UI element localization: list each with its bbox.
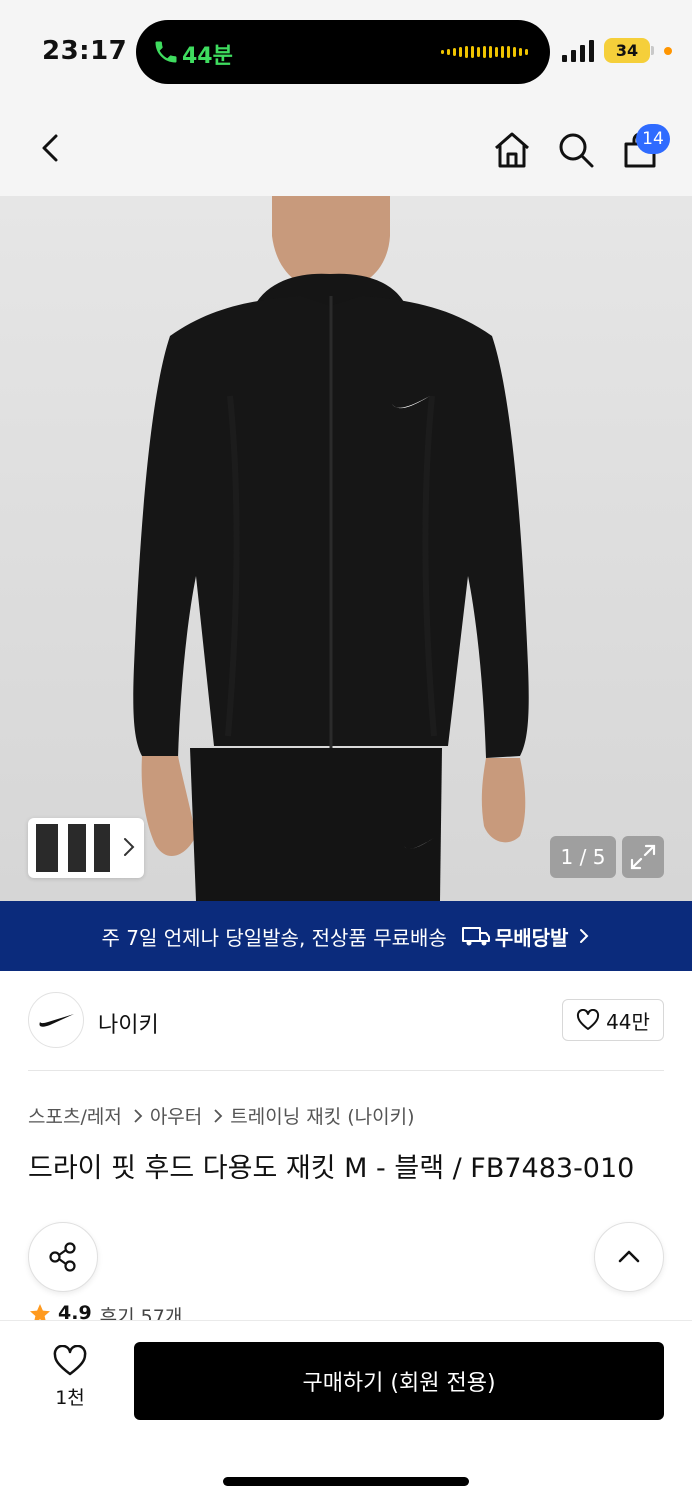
brand-like-button[interactable]: 44만 bbox=[562, 999, 664, 1041]
section-divider bbox=[28, 1070, 664, 1071]
buy-button[interactable]: 구매하기 (회원 전용) bbox=[134, 1342, 664, 1420]
product-image-gallery[interactable] bbox=[0, 196, 692, 901]
chevron-up-icon bbox=[618, 1250, 640, 1263]
scroll-to-top-button[interactable] bbox=[594, 1222, 664, 1292]
rating-summary[interactable]: 4.9 후기 57개 bbox=[28, 1302, 182, 1320]
status-time: 23:17 bbox=[42, 36, 128, 66]
call-indicator[interactable]: 44분 bbox=[136, 20, 550, 84]
chevron-right-icon bbox=[134, 1108, 143, 1123]
wishlist-button[interactable]: 1천 bbox=[38, 1345, 102, 1415]
brand-name[interactable]: 나이키 bbox=[98, 1007, 159, 1039]
share-icon bbox=[49, 1242, 76, 1272]
chevron-right-icon bbox=[580, 929, 589, 943]
top-navigation bbox=[0, 100, 692, 196]
thumbnail-strip[interactable] bbox=[28, 818, 144, 878]
status-bar: 23:17 44분 34 bbox=[0, 0, 692, 100]
thumbnail-image[interactable] bbox=[94, 824, 110, 872]
breadcrumb-item[interactable]: 아우터 bbox=[150, 1102, 202, 1129]
chevron-right-icon bbox=[214, 1108, 223, 1123]
privacy-indicator-dot bbox=[664, 47, 672, 55]
banner-text: 주 7일 언제나 당일발송, 전상품 무료배송 bbox=[101, 925, 447, 950]
home-icon[interactable] bbox=[490, 128, 534, 172]
chevron-left-icon[interactable] bbox=[30, 128, 70, 168]
thumbnail-image[interactable] bbox=[36, 824, 58, 872]
product-title: 드라이 핏 후드 다용도 재킷 M - 블랙 / FB7483-010 bbox=[28, 1153, 635, 1184]
breadcrumb: 스포츠/레저 아우터 트레이닝 재킷 (나이키) bbox=[28, 1102, 415, 1129]
share-button[interactable] bbox=[28, 1222, 98, 1292]
bottom-action-bar: 1천 구매하기 (회원 전용) bbox=[0, 1320, 692, 1500]
heart-icon bbox=[53, 1345, 87, 1376]
heart-icon bbox=[577, 1009, 600, 1030]
banner-brand-label: 무배당발 bbox=[494, 925, 569, 950]
wishlist-count: 1천 bbox=[55, 1387, 85, 1409]
home-indicator bbox=[223, 1477, 469, 1486]
review-count: 후기 57개 bbox=[99, 1306, 183, 1320]
breadcrumb-item[interactable]: 트레이닝 재킷 (나이키) bbox=[230, 1102, 414, 1129]
rating-value: 4.9 bbox=[58, 1302, 92, 1320]
expand-icon bbox=[630, 844, 656, 870]
chevron-right-icon[interactable] bbox=[122, 836, 136, 858]
battery-indicator: 34 bbox=[604, 38, 654, 63]
product-detail-page: 23:17 44분 34 14 1 / 5 주 7일 언제나 당일발송, 전상품… bbox=[0, 0, 692, 1500]
search-icon[interactable] bbox=[554, 128, 598, 172]
delivery-truck-icon bbox=[461, 927, 490, 946]
product-photo bbox=[133, 196, 529, 901]
call-duration: 44분 bbox=[182, 44, 233, 69]
breadcrumb-item[interactable]: 스포츠/레저 bbox=[28, 1102, 122, 1129]
brand-section: 나이키 44만 bbox=[0, 971, 692, 1071]
star-icon bbox=[30, 1304, 50, 1320]
audio-waveform-icon bbox=[441, 45, 528, 59]
image-page-counter: 1 / 5 bbox=[550, 836, 616, 878]
cellular-signal-icon bbox=[562, 40, 594, 62]
brand-logo[interactable] bbox=[28, 992, 84, 1048]
thumbnail-image[interactable] bbox=[68, 824, 86, 872]
expand-image-button[interactable] bbox=[622, 836, 664, 878]
brand-like-count: 44만 bbox=[606, 1009, 650, 1034]
phone-icon bbox=[155, 41, 177, 63]
delivery-banner[interactable]: 주 7일 언제나 당일발송, 전상품 무료배송 무배당발 bbox=[0, 901, 692, 971]
cart-count-badge: 14 bbox=[636, 124, 670, 154]
nike-swoosh-icon bbox=[39, 1014, 74, 1027]
